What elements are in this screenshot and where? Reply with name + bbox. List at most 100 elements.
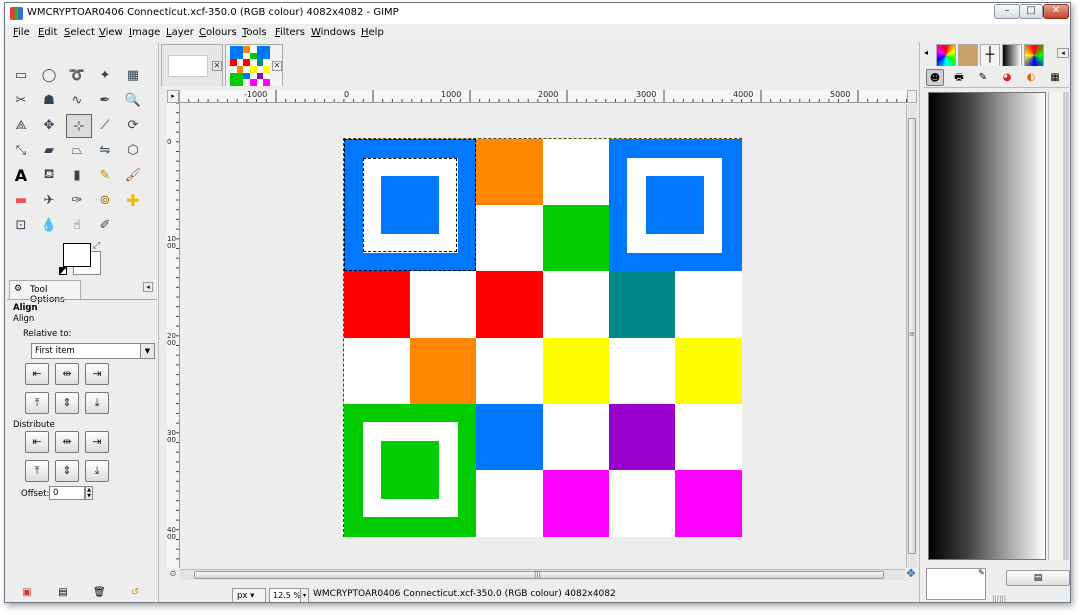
scrollbar-thumb[interactable] [1063, 92, 1069, 560]
menu-windows[interactable]: Windows [311, 27, 356, 38]
blur-icon[interactable]: 💧 [38, 214, 60, 236]
menu-layer[interactable]: Layer [166, 27, 194, 38]
airbrush-icon[interactable]: ✈ [38, 189, 60, 211]
unit-dropdown[interactable]: px ▾ [232, 588, 266, 602]
scale-icon[interactable]: ⤡ [10, 139, 32, 161]
tab-palettes[interactable] [1024, 44, 1044, 66]
gradient-preview[interactable] [928, 92, 1046, 560]
zoom-toggle-icon[interactable]: ⊙ [167, 569, 179, 580]
zoom-dropdown[interactable]: 12.5 % ▾ [269, 588, 309, 602]
offset-spinner[interactable]: ▲ ▼ [85, 486, 93, 500]
rect-select-icon[interactable]: ▭ [10, 64, 32, 86]
close-button[interactable]: ✕ [1043, 4, 1069, 19]
tab-gradients[interactable] [1002, 44, 1022, 66]
free-select-icon[interactable]: ➰ [66, 64, 88, 86]
align-bottom-button[interactable]: ⤓ [85, 392, 109, 414]
document-history-icon[interactable]: 🖶 [950, 69, 968, 86]
dodge-burn-icon[interactable]: ✐ [94, 214, 116, 236]
vertical-ruler[interactable]: 0 1000 2000 3000 4000 [167, 103, 180, 568]
align-center-button[interactable]: ⇹ [55, 363, 79, 385]
align-icon[interactable]: ⊹ [66, 114, 92, 138]
vertical-scrollbar[interactable]: ≡ [906, 104, 917, 568]
brush-icon[interactable]: ✎ [974, 69, 992, 86]
foreground-color[interactable] [63, 243, 91, 267]
dock-menu-icon[interactable]: ◂ [1057, 48, 1069, 58]
dock-collapse-icon[interactable]: ◂ [924, 48, 928, 57]
perspective-icon[interactable]: ⏢ [66, 139, 88, 161]
fonts-icon[interactable]: ☻ [926, 69, 944, 86]
tab-brushes[interactable]: ┼ [980, 44, 1000, 66]
distribute-right-button[interactable]: ⇥ [85, 431, 109, 453]
menu-file[interactable]: File [13, 27, 30, 38]
tab-patterns[interactable] [936, 44, 956, 66]
bucket-fill-icon[interactable]: ⛾ [38, 164, 60, 186]
horizontal-scrollbar[interactable]: ||| [180, 569, 905, 580]
align-middle-button[interactable]: ⇕ [55, 392, 79, 414]
color-select-icon[interactable]: ▦ [122, 64, 144, 86]
distribute-bottom-button[interactable]: ⤓ [85, 460, 109, 482]
move-icon[interactable]: ✥ [38, 114, 60, 136]
delete-options-icon[interactable]: 🗑 [93, 587, 106, 599]
brush-edit-icon[interactable]: ✎ [978, 568, 990, 580]
menu-filters[interactable]: Filters [275, 27, 305, 38]
menu-image[interactable]: Image [129, 27, 160, 38]
dock-edit-button[interactable]: ▤ [1006, 570, 1070, 586]
close-icon[interactable]: ✕ [272, 61, 282, 71]
perspective-clone-icon[interactable]: ⊡ [10, 214, 32, 236]
heal-icon[interactable]: ✚ [122, 189, 144, 211]
offset-input[interactable]: 0 [49, 486, 85, 500]
paths-icon[interactable]: ∿ [66, 89, 88, 111]
ellipse-select-icon[interactable]: ◯ [38, 64, 60, 86]
shear-icon[interactable]: ▰ [38, 139, 60, 161]
pencil-icon[interactable]: ✎ [94, 164, 116, 186]
reset-options-icon[interactable]: ↺ [129, 587, 141, 599]
image-canvas[interactable] [180, 104, 905, 568]
dock-preview-box[interactable] [926, 568, 986, 600]
swap-colors-icon[interactable]: ⤢ [93, 241, 100, 251]
horizontal-ruler[interactable]: -1000 0 1000 2000 3000 4000 5000 [179, 90, 908, 103]
smudge-icon[interactable]: ☝ [66, 214, 88, 236]
distribute-left-button[interactable]: ⇤ [25, 431, 49, 453]
image-tab-2[interactable]: ✕ [225, 44, 283, 87]
minimize-button[interactable]: – [994, 4, 1020, 19]
maximize-button[interactable]: □ [1019, 4, 1043, 19]
blend-icon[interactable]: ▮ [66, 164, 88, 186]
color-icon[interactable]: ◕ [998, 69, 1016, 86]
color-picker-icon[interactable]: ✒ [94, 89, 116, 111]
dock-scrollbar[interactable] [1048, 92, 1070, 560]
eraser-icon[interactable]: ▬ [10, 189, 32, 211]
rotate-icon[interactable]: ⟳ [122, 114, 144, 136]
paintbrush-icon[interactable]: 🖌 [122, 164, 144, 186]
navigate-icon[interactable]: ✥ [905, 568, 917, 580]
flip-icon[interactable]: ⇋ [94, 139, 116, 161]
foreground-select-icon[interactable]: ☗ [38, 89, 60, 111]
close-icon[interactable]: ✕ [212, 61, 222, 71]
image-tab-1[interactable]: ✕ [161, 44, 223, 86]
distribute-middle-button[interactable]: ⇕ [55, 460, 79, 482]
crop-icon[interactable]: ⟋ [94, 114, 116, 136]
fuzzy-select-icon[interactable]: ✦ [94, 64, 116, 86]
align-top-button[interactable]: ⤒ [25, 392, 49, 414]
align-left-button[interactable]: ⇤ [25, 363, 49, 385]
save-options-icon[interactable]: ▣ [21, 587, 33, 599]
palette-icon[interactable]: ▦ [1046, 69, 1064, 86]
menu-view[interactable]: View [99, 27, 123, 38]
menu-help[interactable]: Help [361, 27, 384, 38]
distribute-center-button[interactable]: ⇹ [55, 431, 79, 453]
cage-icon[interactable]: ⬡ [122, 139, 144, 161]
panel-menu-icon[interactable]: ◂ [143, 282, 153, 292]
zoom-icon[interactable]: 🔍 [122, 89, 144, 111]
measure-icon[interactable]: ⟁ [10, 114, 32, 136]
tab-images[interactable] [958, 44, 978, 66]
clone-icon[interactable]: ⊚ [94, 189, 116, 211]
distribute-top-button[interactable]: ⤒ [25, 460, 49, 482]
menu-edit[interactable]: Edit [38, 27, 57, 38]
relative-to-dropdown[interactable]: First item ▼ [31, 343, 155, 359]
text-icon[interactable]: A [10, 164, 32, 186]
gradient-icon[interactable]: ◐ [1022, 69, 1040, 86]
menu-select[interactable]: Select [64, 27, 95, 38]
quick-mask-toggle[interactable]: ▸ [167, 90, 179, 103]
default-colors-icon[interactable] [59, 267, 67, 275]
scissors-icon[interactable]: ✂ [10, 89, 32, 111]
align-right-button[interactable]: ⇥ [85, 363, 109, 385]
